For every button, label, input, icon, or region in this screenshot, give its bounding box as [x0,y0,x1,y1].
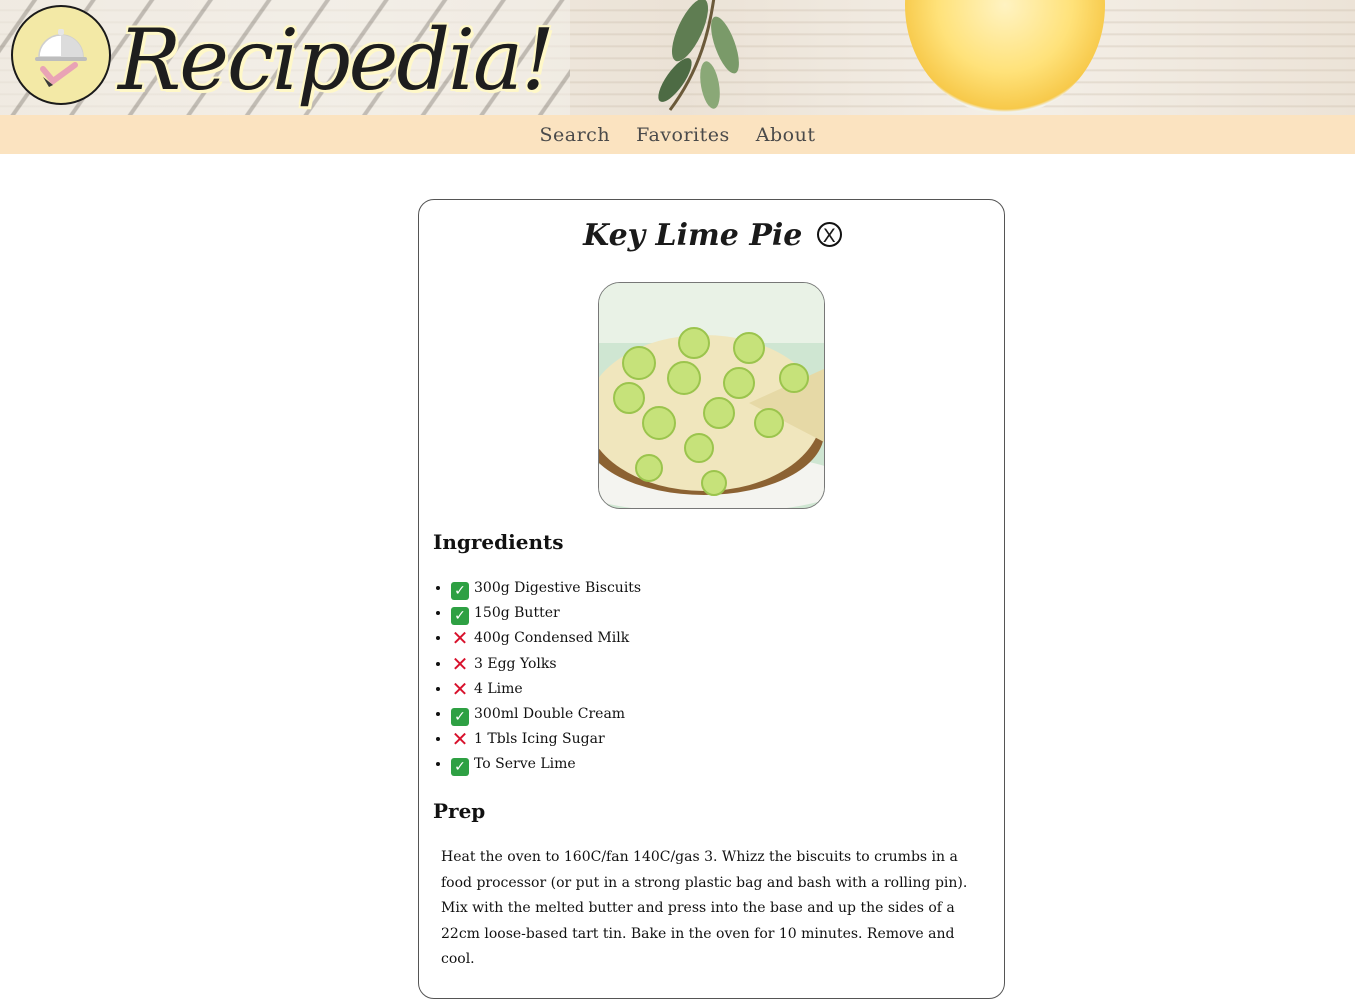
check-icon: ✓ [451,707,469,726]
cross-icon: ✕ [451,626,469,651]
ingredients-heading: Ingredients [433,530,564,554]
list-item: ✕400g Condensed Milk [451,626,641,651]
list-item: ✓To Serve Lime [451,752,641,777]
nav-about[interactable]: About [756,124,816,146]
check-icon: ✓ [451,758,469,777]
site-title[interactable]: Recipedia! [118,0,555,120]
ingredients-list: ✓300g Digestive Biscuits ✓150g Butter ✕4… [433,576,641,778]
logo[interactable] [11,5,111,105]
prep-text: Heat the oven to 160C/fan 140C/gas 3. Wh… [441,849,968,967]
check-icon: ✓ [451,607,469,626]
cross-icon: ✕ [451,676,469,701]
check-icon: ✓ [451,582,469,600]
list-item: ✕1 Tbls Icing Sugar [451,727,641,752]
nav-search[interactable]: Search [540,124,611,146]
bay-leaves-decoration [658,0,739,111]
recipe-card: Key Lime Pie X Ingredients ✓300g Digesti… [418,199,1005,999]
list-item: ✕3 Egg Yolks [451,652,641,677]
nav-favorites[interactable]: Favorites [636,124,730,146]
recipe-image [598,282,825,509]
recipe-title: Key Lime Pie [583,218,803,253]
list-item: ✓300g Digestive Biscuits [451,576,641,601]
main-nav: Search Favorites About [0,115,1355,154]
list-item: ✕4 Lime [451,677,641,702]
prep-heading: Prep [433,799,486,823]
list-item: ✓300ml Double Cream [451,702,641,727]
cloche-icon [35,29,87,87]
cross-icon: ✕ [451,727,469,752]
list-item: ✓150g Butter [451,601,641,626]
cross-icon: ✕ [451,651,469,676]
recipe-title-row: Key Lime Pie X [419,218,1006,253]
close-icon[interactable]: X [816,222,842,247]
